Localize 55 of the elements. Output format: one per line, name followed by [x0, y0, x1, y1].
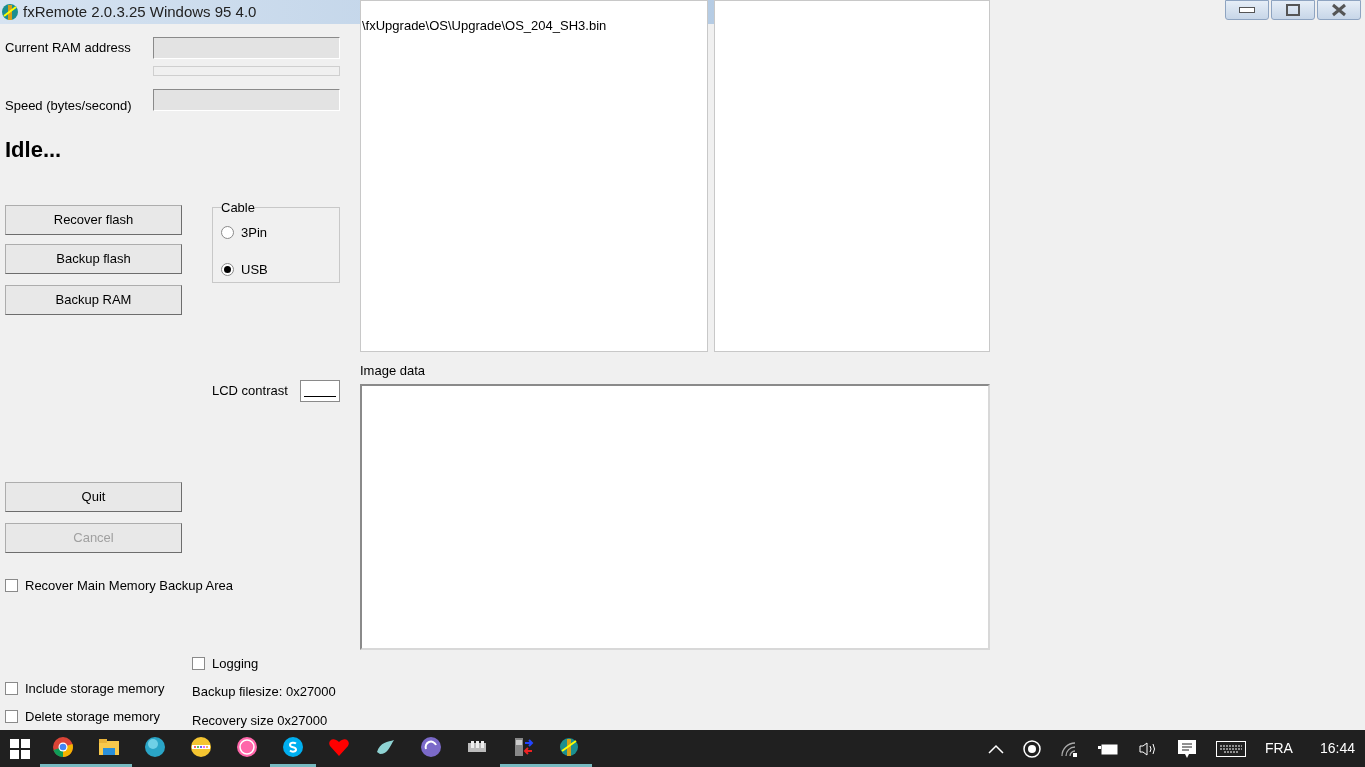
heart-icon — [328, 736, 350, 758]
list-item[interactable]: \fxUpgrade\OS\Upgrade\OS_204_SH3.bin — [362, 16, 707, 36]
radio-label: USB — [241, 261, 268, 279]
record-icon — [1022, 739, 1041, 758]
minimize-button[interactable] — [1225, 0, 1269, 20]
checkbox-label: Logging — [212, 654, 259, 673]
ring-icon — [236, 736, 258, 758]
minimize-icon — [1239, 7, 1255, 13]
info-text: Backup filesize: 0x27000 — [192, 683, 337, 701]
close-button[interactable] — [1317, 0, 1361, 20]
wifi-icon — [1059, 740, 1078, 757]
speaker-icon — [1137, 740, 1158, 757]
calculator-app-icon — [558, 736, 580, 758]
notification-icon — [1176, 738, 1197, 759]
info-text: Recovery size 0x27000 — [192, 711, 329, 730]
clock[interactable]: 16:44 — [1319, 738, 1355, 759]
app-icon — [1, 3, 19, 21]
battery-icon — [1096, 741, 1119, 756]
field-label: LCD contrast — [212, 382, 288, 401]
image-data-label: Image data — [360, 362, 427, 380]
field-label: Speed (bytes/second) — [5, 96, 133, 115]
radio-label: 3Pin — [241, 223, 268, 242]
keyboard-icon — [1215, 740, 1246, 757]
checkbox[interactable] — [192, 656, 205, 670]
torrent-icon — [420, 736, 442, 758]
maximize-icon — [1286, 4, 1300, 16]
action-button[interactable]: Backup RAM — [5, 285, 182, 315]
checkbox[interactable] — [5, 710, 18, 724]
checkbox[interactable] — [5, 681, 18, 695]
file-list[interactable]: \fxUpgrade\OS\Upgrade\OS_204_SH3.bin — [360, 0, 709, 352]
folder-icon — [98, 736, 120, 758]
checkbox-label: Recover Main Memory Backup Area — [25, 577, 234, 595]
close-icon — [1331, 3, 1347, 17]
phone-transfer-icon — [512, 736, 534, 758]
action-button[interactable]: Recover flash — [5, 205, 182, 235]
field-label: Current RAM address — [5, 39, 132, 58]
windows-logo-icon — [10, 738, 30, 759]
checkbox-label: Include storage memory — [25, 679, 165, 698]
s-badge-icon — [282, 736, 304, 758]
window-title: fxRemote 2.0.3.25 Windows 95 4.0 — [23, 1, 257, 22]
contrast-field[interactable] — [299, 380, 340, 402]
globe-icon — [144, 736, 166, 758]
radio-button[interactable] — [221, 263, 234, 277]
chevron-up-icon — [987, 743, 1004, 754]
chrome-like-icon — [52, 736, 74, 758]
action-button[interactable]: Backup flash — [5, 244, 182, 274]
dotted-circle-icon — [190, 736, 212, 758]
maximize-button[interactable] — [1271, 0, 1315, 20]
language-indicator[interactable]: FRA — [1264, 738, 1293, 759]
status-text: Idle... — [5, 136, 63, 164]
checkbox[interactable] — [5, 579, 18, 593]
group-title: Cable — [221, 199, 255, 217]
action-button[interactable]: Quit — [5, 482, 182, 512]
radio-button[interactable] — [221, 225, 234, 239]
checkbox-label: Delete storage memory — [25, 708, 161, 726]
